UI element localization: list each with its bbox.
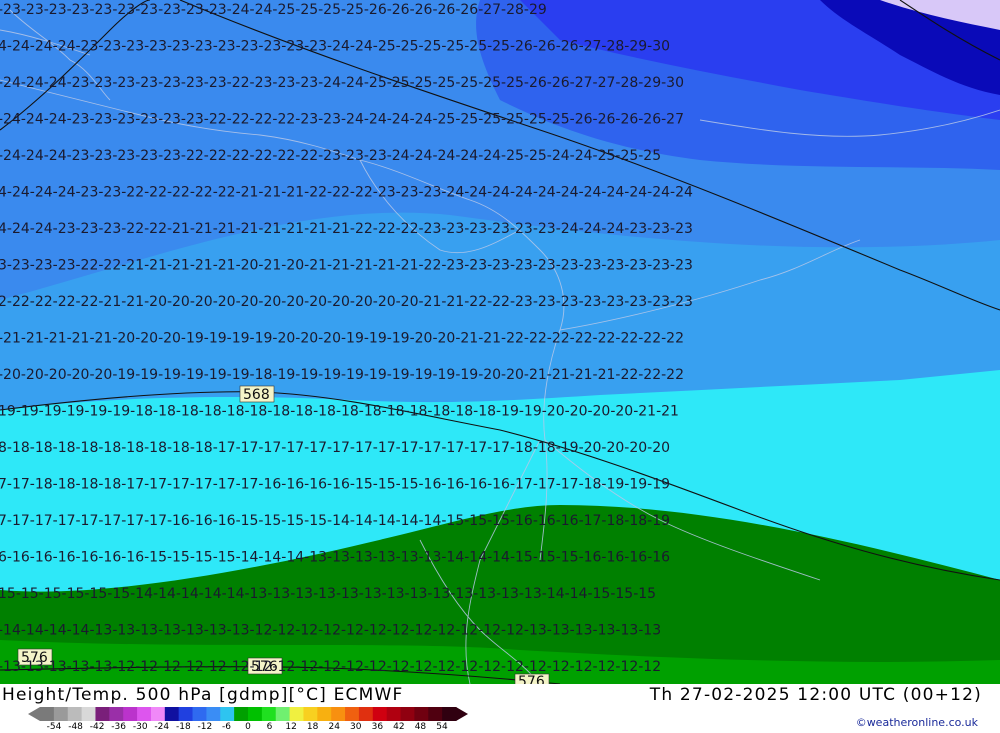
- scale-tick-label: 54: [436, 722, 448, 732]
- scale-tick-label: -54: [46, 722, 62, 732]
- map-title: Height/Temp. 500 hPa [gdmp][°C] ECMWF: [2, 685, 404, 705]
- isotherm-row-17: -14-14-14-14-13-13-13-13-13-13-13-12-12-…: [0, 623, 661, 639]
- scale-swatch-5: [109, 707, 124, 721]
- scale-swatch-22: [345, 707, 360, 721]
- scale-tick-label: 18: [306, 722, 319, 732]
- scale-swatch-18: [289, 707, 304, 721]
- isotherm-row-13: 7-17-18-18-18-18-17-17-17-17-17-17-16-16…: [0, 477, 670, 493]
- scale-tick-label: 36: [371, 722, 384, 732]
- scale-swatch-6: [123, 707, 138, 721]
- scale-tick-label: -18: [175, 722, 191, 732]
- scale-swatch-23: [358, 707, 374, 721]
- weather-map: 568 576 576 576 -23-23-23-23-23-23-23-23…: [0, 0, 1000, 684]
- scale-tick-label: -42: [89, 722, 105, 732]
- isotherm-row-3: -24-24-24-23-23-23-23-23-23-22-22-22-22-…: [0, 112, 684, 128]
- scale-swatch-9: [164, 707, 180, 721]
- height-label-568: 568: [239, 385, 275, 403]
- isotherm-row-8: 2-22-22-22-22-21-21-20-20-20-20-20-20-20…: [0, 294, 693, 310]
- scale-swatch-0: [40, 707, 55, 721]
- scale-tick-label: 48: [414, 722, 427, 732]
- scale-swatch-14: [234, 707, 249, 721]
- isotherm-row-14: 7-17-17-17-17-17-17-17-16-16-16-15-15-15…: [0, 513, 670, 529]
- isotherm-row-12: 8-18-18-18-18-18-18-18-18-18-17-17-17-17…: [0, 440, 670, 456]
- svg-text:576: 576: [518, 674, 545, 684]
- isotherm-row-10: -20-20-20-20-20-19-19-19-19-19-19-18-19-…: [0, 367, 684, 383]
- scale-swatch-13: [220, 707, 235, 721]
- scale-swatch-12: [206, 707, 221, 721]
- isotherm-row-18: -13-13-13-13-13-12-12-12-12-12-12-12-12-…: [0, 659, 661, 675]
- scale-swatch-15: [248, 707, 263, 721]
- scale-tick-label: -12: [197, 722, 213, 732]
- isotherm-row-1: 4-24-24-24-23-23-23-23-23-23-23-23-23-23…: [0, 39, 670, 55]
- scale-swatch-24: [372, 707, 388, 721]
- scale-tick-label: -24: [154, 722, 170, 732]
- isotherm-row-2: -24-24-24-23-23-23-23-23-23-23-22-23-23-…: [0, 75, 684, 91]
- svg-text:568: 568: [243, 387, 270, 403]
- isotherm-row-7: 3-23-23-23-22-22-21-21-21-21-21-20-21-20…: [0, 258, 693, 274]
- scale-swatch-7: [137, 707, 152, 721]
- scale-swatch-4: [95, 707, 110, 721]
- scale-swatch-2: [67, 707, 83, 721]
- scale-tick-label: -48: [68, 722, 83, 732]
- scale-tick-label: 24: [328, 722, 340, 732]
- scale-arrow-left: [28, 707, 40, 721]
- scale-tick-label: -36: [111, 722, 127, 732]
- isotherm-row-11: 19-19-19-19-19-19-18-18-18-18-18-18-18-1…: [0, 404, 679, 420]
- scale-tick-label: 42: [393, 722, 405, 732]
- scale-swatch-27: [414, 707, 429, 721]
- scale-arrow-right: [456, 707, 468, 721]
- isotherm-row-5: 4-24-24-24-23-23-22-22-22-22-22-21-21-21…: [0, 185, 693, 201]
- scale-tick-label: -6: [221, 722, 231, 732]
- scale-swatch-3: [81, 707, 96, 721]
- scale-swatch-16: [261, 707, 277, 721]
- scale-swatch-26: [400, 707, 415, 721]
- site-credit[interactable]: ©weatheronline.co.uk: [856, 716, 978, 729]
- valid-time: Th 27-02-2025 12:00 UTC (00+12): [649, 685, 982, 705]
- scale-swatch-19: [303, 707, 318, 721]
- isotherm-row-4: -24-24-24-23-23-23-23-23-22-22-22-22-22-…: [0, 148, 661, 164]
- scale-tick-label: 12: [285, 722, 297, 732]
- scale-tick-label: -30: [132, 722, 148, 732]
- isotherm-row-0: -23-23-23-23-23-23-23-23-23-23-24-24-25-…: [0, 2, 547, 18]
- height-label-576-c: 576: [514, 673, 550, 684]
- color-scale-ticks: -54 -48 -42 -36 -30 -24 -18 -12 -6 0 6 12 18 24 30 36 42…: [28, 722, 468, 733]
- isotherm-row-16: 15-15-15-15-15-15-14-14-14-14-14-13-13-1…: [0, 586, 656, 602]
- scale-swatch-8: [150, 707, 166, 721]
- scale-swatch-28: [428, 707, 443, 721]
- scale-swatch-1: [53, 707, 69, 721]
- scale-swatch-11: [192, 707, 207, 721]
- scale-tick-label: 6: [266, 722, 273, 732]
- scale-swatch-29: [442, 707, 457, 721]
- isotherm-row-15: 6-16-16-16-16-16-16-15-15-15-15-14-14-14…: [0, 550, 670, 566]
- scale-swatch-25: [386, 707, 402, 721]
- map-canvas: 568 576 576 576 -23-23-23-23-23-23-23-23…: [0, 0, 1000, 684]
- color-scale-bar: [28, 707, 468, 721]
- scale-swatch-10: [178, 707, 194, 721]
- scale-swatch-21: [331, 707, 346, 721]
- scale-tick-label: 0: [245, 722, 251, 732]
- map-footer: Height/Temp. 500 hPa [gdmp][°C] ECMWF Th…: [0, 684, 1000, 733]
- isotherm-row-9: -21-21-21-21-21-20-20-20-19-19-19-19-20-…: [0, 331, 684, 347]
- scale-tick-label: 30: [350, 722, 362, 732]
- scale-swatch-20: [317, 707, 332, 721]
- isotherm-row-6: 4-24-24-23-23-23-22-22-21-21-21-21-21-21…: [0, 221, 693, 237]
- scale-swatch-17: [275, 707, 291, 721]
